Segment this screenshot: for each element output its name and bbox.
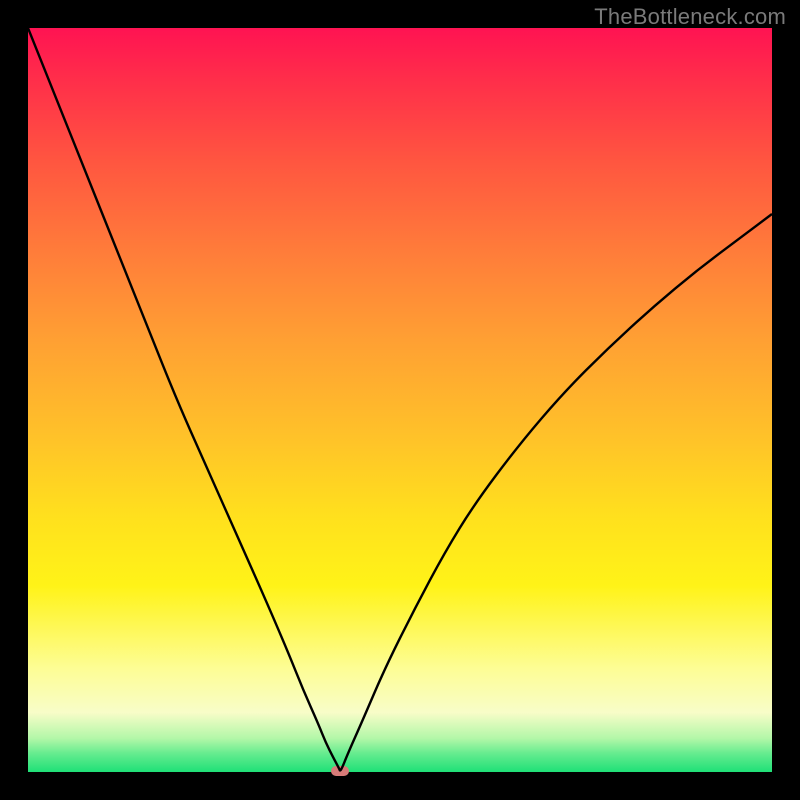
chart-curve — [28, 28, 772, 772]
chart-frame: TheBottleneck.com — [0, 0, 800, 800]
watermark-text: TheBottleneck.com — [594, 4, 786, 30]
bottleneck-curve-path — [28, 28, 772, 770]
plot-area — [28, 28, 772, 772]
